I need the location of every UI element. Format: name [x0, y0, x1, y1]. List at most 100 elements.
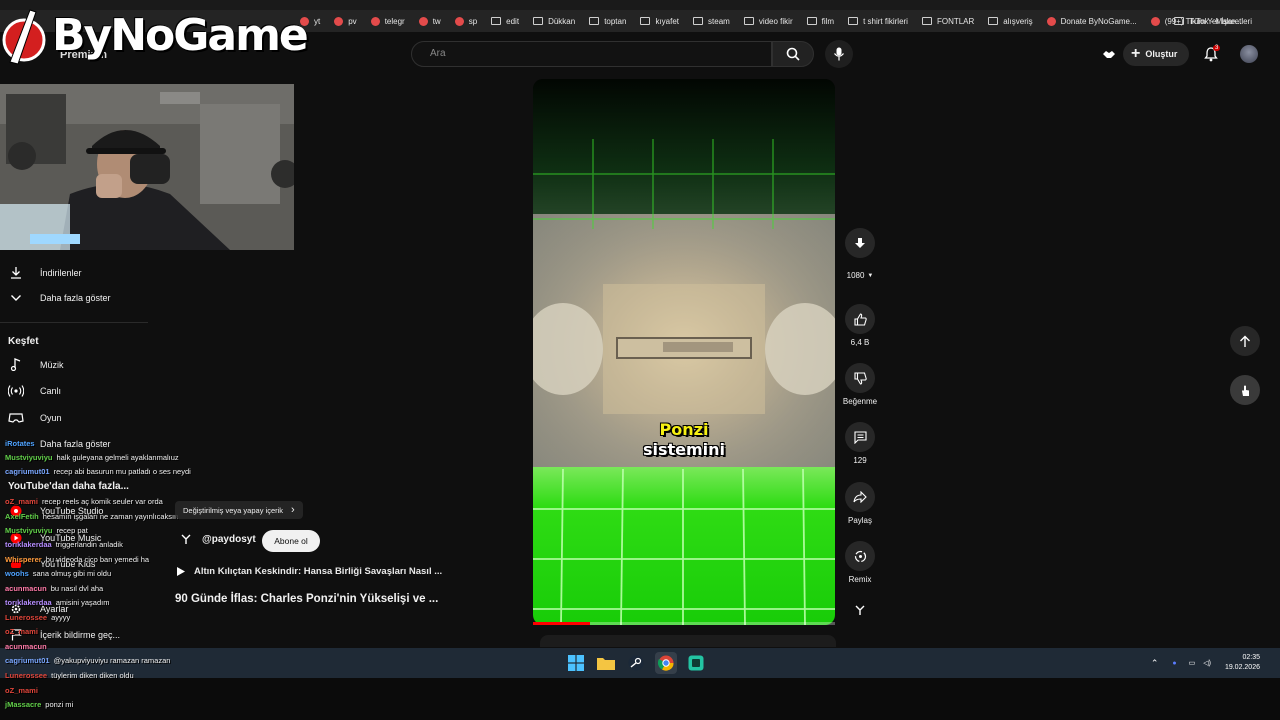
favicon-icon [334, 16, 344, 26]
memberships-button[interactable] [1100, 46, 1118, 62]
folder-icon [589, 17, 600, 25]
hand-cursor-icon [1242, 385, 1249, 396]
steam-button[interactable] [625, 652, 647, 674]
sidebar-item-gaming[interactable]: Oyun [8, 412, 62, 424]
dislike-label: Beğenme [842, 397, 878, 406]
sidebar-section-more-from-youtube: YouTube'dan daha fazla... [8, 481, 129, 492]
bookmark-item[interactable]: steam [693, 17, 730, 26]
bookmark-label: Tüm Yer İşaretleri [1189, 16, 1252, 26]
volume-icon[interactable]: ◁) [1203, 659, 1211, 667]
sidebar-item-label: Daha fazla göster [40, 439, 111, 449]
chat-message: acunmacun [5, 642, 51, 651]
channel-link[interactable]: @paydosyt [180, 533, 256, 545]
clock-date: 19.02.2026 [1224, 664, 1260, 671]
network-icon[interactable]: ▭ [1189, 659, 1196, 667]
bookmark-label: t shirt fikirleri [863, 16, 908, 26]
chat-text: bu videoda cico ban yemedi ha [45, 555, 150, 564]
bookmark-item[interactable]: Donate ByNoGame... [1046, 16, 1137, 26]
bookmark-item[interactable]: film [806, 16, 835, 26]
channel-name: @paydosyt [202, 533, 256, 545]
avatar[interactable] [1240, 45, 1258, 63]
bookmark-item[interactable]: FONTLAR [921, 17, 974, 26]
bookmark-label: sp [468, 16, 478, 26]
related-video-link[interactable]: Altın Kılıçtan Keskindir: Hansa Birliği … [176, 566, 442, 577]
comment-count: 129 [853, 456, 867, 465]
search-input[interactable]: Ara [411, 41, 772, 67]
chrome-button[interactable] [655, 652, 677, 674]
bookmark-label: steam [708, 16, 730, 26]
quality-selector[interactable]: 1080 ▼ [840, 268, 880, 283]
sidebar-show-more[interactable]: Daha fazla göster [8, 293, 111, 303]
short-title[interactable]: 90 Günde İflas: Charles Ponzi'nin Yüksel… [175, 593, 438, 605]
remix-icon [845, 541, 875, 571]
bookmark-item[interactable]: tw [418, 16, 441, 26]
remix-button[interactable]: Remix [838, 541, 882, 584]
chat-text: ayyyy [51, 613, 71, 622]
share-icon [845, 482, 875, 512]
favicon-icon [454, 16, 464, 26]
comments-button[interactable]: 129 [838, 422, 882, 465]
start-button[interactable] [565, 652, 587, 674]
search-button[interactable] [772, 41, 814, 67]
sidebar-item-label: Daha fazla göster [40, 293, 111, 303]
bookmark-label: yt [314, 16, 321, 26]
bookmark-item[interactable]: t shirt fikirleri [848, 17, 908, 26]
shorts-video-player[interactable]: Ponzi sistemini [533, 79, 835, 625]
folder-icon [533, 17, 544, 25]
bookmark-item[interactable]: edit [491, 17, 519, 26]
sidebar-item-music[interactable]: Müzik [8, 358, 64, 371]
caption-line-1: Ponzi [659, 420, 709, 439]
create-button[interactable]: + Oluştur [1123, 42, 1189, 66]
folder-icon [743, 17, 754, 25]
chat-username: jMassacre [5, 700, 42, 709]
subscribe-button[interactable]: Abone ol [262, 530, 320, 552]
chat-message: Lunerossee tüylerim diken diken oldu [5, 671, 134, 680]
bookmark-item[interactable]: kıyafet [640, 17, 679, 26]
windows-icon [568, 655, 584, 671]
bookmark-item[interactable]: alışveriş [988, 17, 1033, 26]
dislike-button[interactable]: Beğenme [838, 363, 882, 406]
bookmark-label: film [821, 16, 835, 26]
sidebar-show-more-explore[interactable]: Daha fazla göster [40, 439, 111, 449]
ai-content-label[interactable]: Değiştirilmiş veya yapay içerik › [175, 501, 303, 519]
voice-search-button[interactable] [825, 40, 853, 68]
folder-icon [921, 17, 932, 25]
all-bookmarks-button[interactable]: Tüm Yer İşaretleri [1174, 10, 1252, 32]
chat-username: Whisperer [5, 555, 42, 564]
file-explorer-button[interactable] [595, 652, 617, 674]
download-button[interactable] [838, 228, 882, 262]
chat-message: Mustviyuviyu halk guleyana gelmeli ayakla… [5, 453, 179, 462]
bottom-black-band [0, 678, 1280, 720]
like-button[interactable]: 6,4 B [838, 304, 882, 347]
bookmark-item[interactable]: video fikir [743, 17, 793, 26]
next-short-button[interactable] [1230, 375, 1260, 405]
sidebar-item-label: Oyun [40, 413, 62, 423]
chat-username: oZ_mami [5, 686, 38, 695]
bookmark-item[interactable]: telegr [370, 16, 405, 26]
mic-tray-icon[interactable]: ● [1172, 660, 1176, 667]
video-progress-bar[interactable] [533, 622, 835, 625]
sidebar-item-live[interactable]: Canlı [8, 385, 61, 397]
logo-mark-icon [2, 9, 46, 65]
favicon-icon [1150, 16, 1160, 26]
chevron-up-icon[interactable]: ⌃ [1151, 658, 1159, 669]
bookmark-item[interactable]: toptan [589, 17, 626, 26]
bookmark-item[interactable]: sp [454, 16, 478, 26]
clock[interactable]: 02:35 19.02.2026 [1225, 653, 1260, 673]
share-button[interactable]: Paylaş [838, 482, 882, 525]
video-caption: Ponzi sistemini [533, 420, 835, 460]
windows-taskbar: ⌃ ● ▭ ◁) 02:35 19.02.2026 [0, 648, 1280, 678]
handshake-icon [1103, 51, 1115, 58]
logo-text: ByNoGame [52, 10, 309, 61]
app-button[interactable] [685, 652, 707, 674]
channel-shortcut[interactable] [838, 604, 882, 616]
chat-text: bu nasıl dvl aha [50, 584, 104, 593]
previous-short-button[interactable] [1230, 326, 1260, 356]
sidebar-item-downloads[interactable]: İndirilenler [8, 266, 82, 279]
sidebar-item-label: Müzik [40, 359, 64, 370]
app-icon [688, 655, 704, 671]
bookmark-item[interactable]: Dükkan [533, 17, 575, 26]
folder-icon [848, 17, 859, 25]
bookmark-item[interactable]: pv [334, 16, 357, 26]
channel-mark-icon [855, 605, 865, 615]
